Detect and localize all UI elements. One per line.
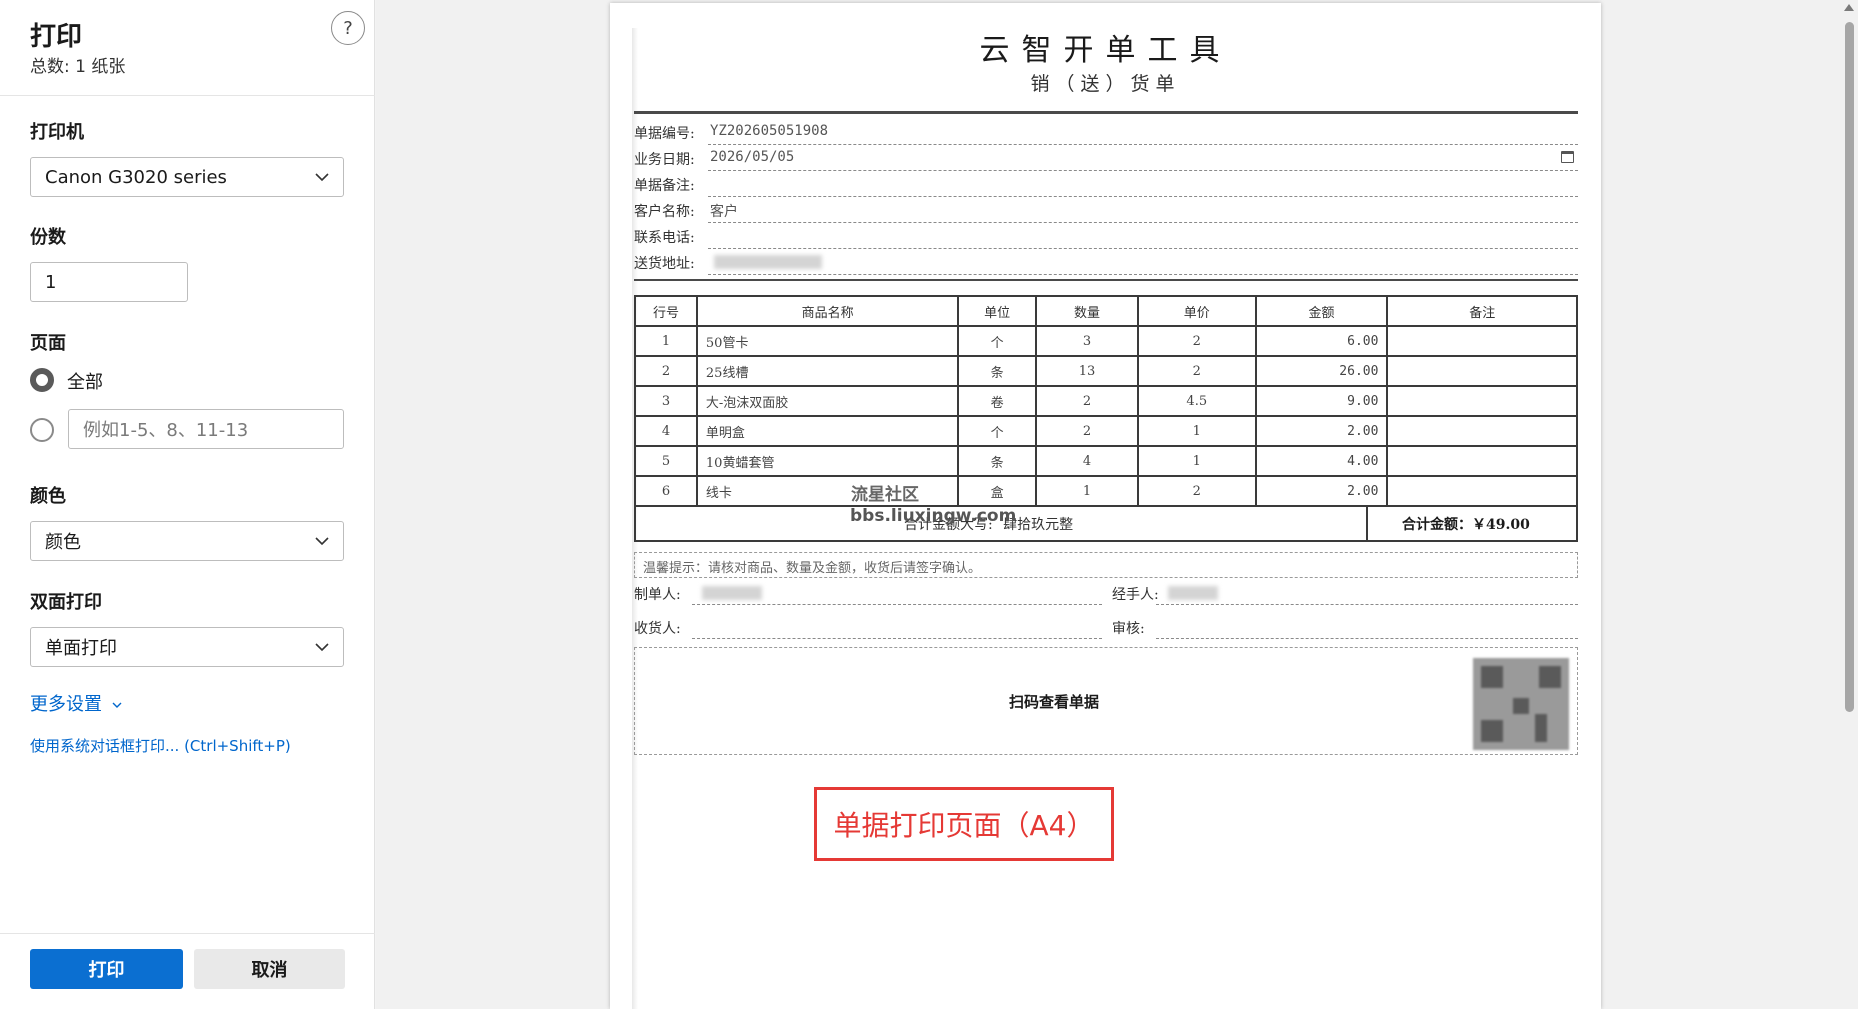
qr-caption: 扫码查看单据 (1009, 693, 1100, 711)
calendar-icon (1561, 151, 1574, 163)
qr-code-icon (1473, 658, 1569, 750)
auditor-signature: 审核: (1112, 614, 1578, 640)
table-row: 3 大-泡沫双面胶卷 2 4.5 9.00 (634, 385, 1578, 417)
more-settings-link[interactable]: 更多设置 (30, 690, 123, 716)
color-label: 颜色 (30, 486, 66, 507)
field-phone: 联系电话: (634, 223, 1578, 249)
col-header: 商品名称 (695, 295, 960, 327)
system-dialog-link[interactable]: 使用系统对话框打印... (Ctrl+Shift+P) (30, 735, 291, 756)
totals-row: 合计金额大写: 肆拾玖元整 合计金额：￥49.00 (634, 506, 1578, 542)
divider (0, 933, 375, 934)
print-settings-panel: 打印 总数: 1 纸张 ? 打印机 Canon G3020 series 份数 … (0, 0, 375, 1009)
pages-label: 页面 (30, 333, 66, 354)
receiver-signature: 收货人: (634, 614, 1102, 640)
maker-signature: 制单人: (634, 580, 1102, 606)
chevron-down-icon (112, 702, 122, 708)
printer-select[interactable]: Canon G3020 series (30, 157, 344, 197)
chevron-down-icon (315, 173, 329, 182)
field-address: 送货地址: (634, 249, 1578, 275)
scrollbar[interactable] (1842, 0, 1858, 1009)
col-header: 数量 (1035, 295, 1139, 327)
copies-label: 份数 (30, 227, 66, 248)
doc-title: 云智开单工具 (979, 33, 1232, 68)
pages-all-radio[interactable] (30, 368, 54, 392)
printer-value: Canon G3020 series (45, 166, 227, 188)
color-select[interactable]: 颜色 (30, 521, 344, 561)
watermark-url: bbs.liuxingw.com (850, 506, 1017, 526)
duplex-select[interactable]: 单面打印 (30, 627, 344, 667)
col-header: 单价 (1136, 295, 1257, 327)
qr-section: 扫码查看单据 (634, 647, 1578, 755)
cancel-button[interactable]: 取消 (194, 949, 345, 989)
table-row: 4 单明盒个 2 1 2.00 (634, 415, 1578, 447)
pages-custom-radio[interactable] (30, 418, 54, 442)
items-table: 行号 商品名称 单位 数量 单价 金额 备注 1 50管卡个 3 2 6.00 2 25线… (634, 295, 1578, 507)
redacted-name (702, 586, 762, 600)
printer-label: 打印机 (30, 122, 84, 143)
redacted-address (714, 255, 822, 269)
annotation-label: 单据打印页面（A4） (814, 787, 1114, 861)
table-header-row: 行号 商品名称 单位 数量 单价 金额 备注 (634, 295, 1578, 327)
col-header: 金额 (1254, 295, 1389, 327)
chevron-down-icon (315, 537, 329, 546)
divider (0, 95, 375, 96)
tip-text: 温馨提示：请核对商品、数量及金额，收货后请签字确认。 (634, 552, 1578, 578)
total-sum: 合计金额：￥49.00 (1402, 517, 1530, 533)
col-header: 行号 (634, 295, 698, 327)
field-remark: 单据备注: (634, 171, 1578, 197)
sheet-count: 总数: 1 纸张 (30, 57, 126, 77)
duplex-value: 单面打印 (45, 638, 117, 659)
pages-range-input[interactable]: 例如1-5、8、11-13 (68, 409, 344, 449)
handler-signature: 经手人: (1112, 580, 1578, 606)
print-button[interactable]: 打印 (30, 949, 183, 989)
doc-subtitle: 销（送）货单 (1030, 73, 1181, 95)
scrollbar-thumb[interactable] (1845, 22, 1854, 712)
col-header: 备注 (1386, 295, 1578, 327)
table-row: 2 25线槽条 13 2 26.00 (634, 355, 1578, 387)
more-settings-label: 更多设置 (30, 694, 102, 715)
help-icon[interactable]: ? (331, 11, 365, 45)
table-row: 5 10黄蜡套管条 4 1 4.00 (634, 445, 1578, 477)
chevron-down-icon (315, 643, 329, 652)
panel-title: 打印 (30, 22, 83, 52)
field-business-date: 业务日期: 2026/05/05 (634, 145, 1578, 171)
duplex-label: 双面打印 (30, 592, 102, 613)
pages-all-label: 全部 (67, 372, 103, 393)
color-value: 颜色 (45, 532, 81, 553)
field-doc-number: 单据编号: YZ202605051908 (634, 119, 1578, 145)
redacted-name (1168, 586, 1218, 600)
field-customer: 客户名称: 客户 (634, 197, 1578, 223)
copies-input[interactable]: 1 (30, 262, 188, 302)
title-rule (634, 111, 1578, 114)
table-top-rule (634, 279, 1578, 281)
col-header: 单位 (957, 295, 1038, 327)
scroll-up-icon[interactable] (1844, 4, 1854, 11)
watermark: 流星社区 (851, 485, 919, 505)
table-row: 6 线卡盒 1 2 2.00 (634, 475, 1578, 507)
table-row: 1 50管卡个 3 2 6.00 (634, 325, 1578, 357)
